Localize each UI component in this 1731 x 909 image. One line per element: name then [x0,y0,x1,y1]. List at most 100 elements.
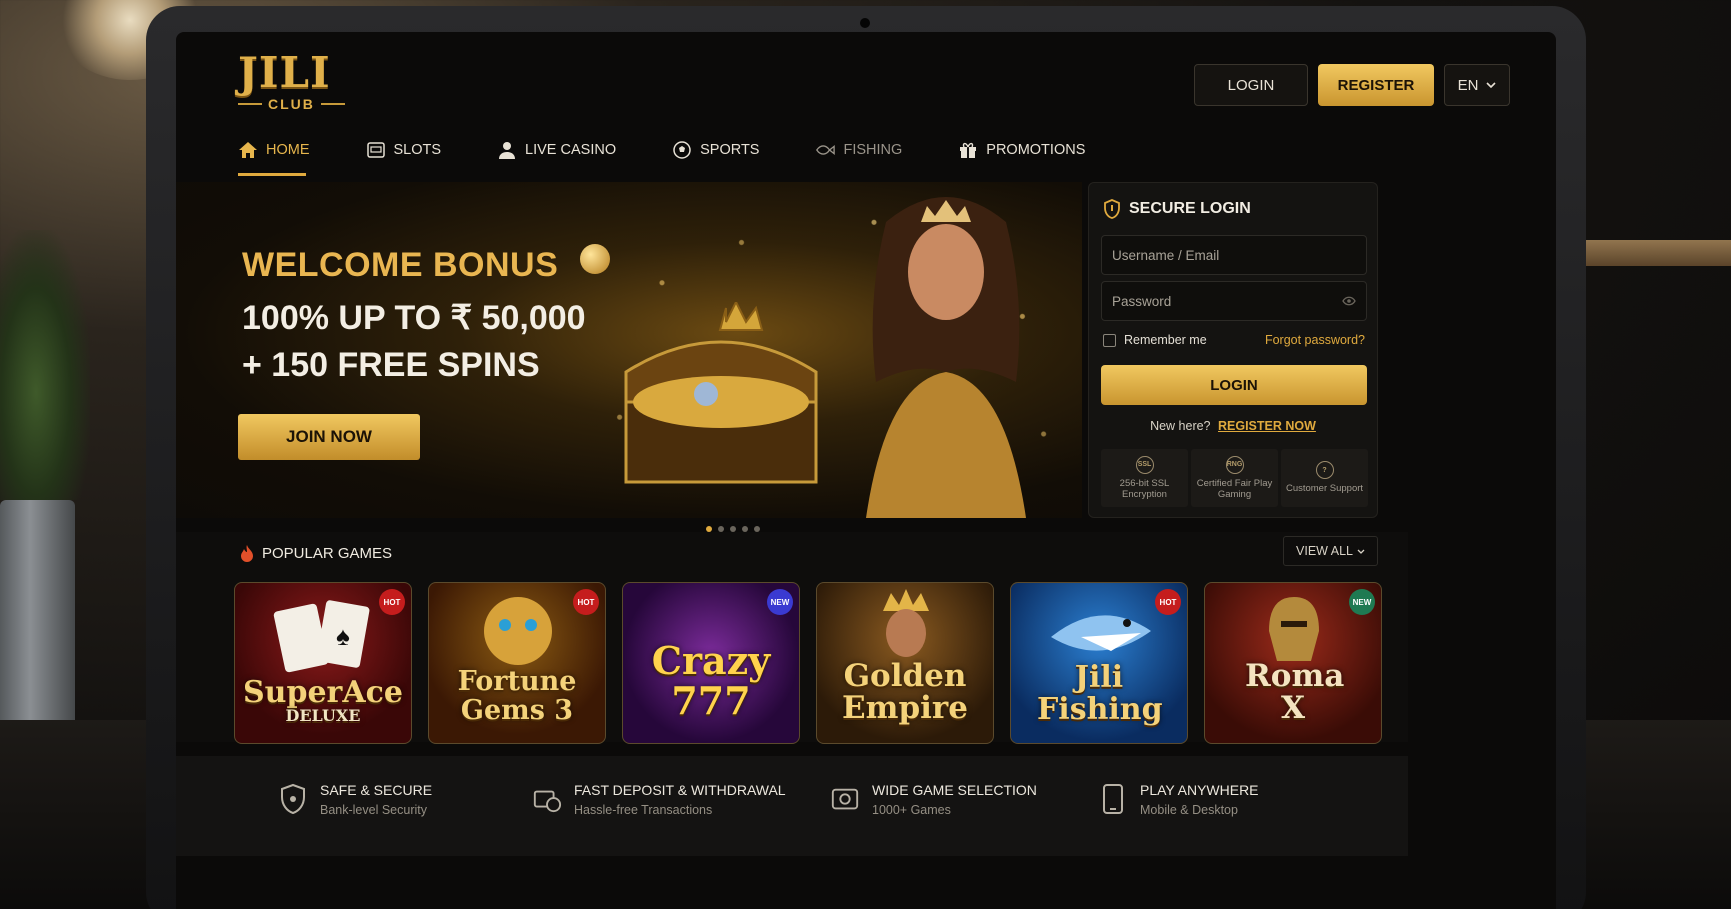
hero-free-spins: + 150 FREE SPINS [242,346,540,384]
support-icon: ? [1315,461,1334,480]
trust-badges: SSL 256-bit SSL Encryption RNG Certified… [1101,449,1368,507]
new-here-row: New here? REGISTER NOW [1089,419,1377,433]
ssl-badge: SSL 256-bit SSL Encryption [1101,449,1188,507]
nav-label: SLOTS [393,142,442,158]
username-field[interactable]: Username / Email [1101,235,1367,275]
game-card-fortune-gems-3[interactable]: HOT Fortune Gems 3 [428,582,606,744]
remember-checkbox[interactable] [1103,333,1116,347]
eye-icon[interactable] [1342,296,1356,306]
popular-games-section: POPULAR GAMES VIEW ALL ♠ HOT SuperAce DE [176,532,1408,744]
password-field[interactable]: Password [1101,281,1367,321]
feature-text: PLAY ANYWHERE Mobile & Desktop [1140,782,1259,817]
feature-subtitle: Hassle-free Transactions [574,803,713,817]
game-title: Roma X [1245,657,1345,727]
nav-item-home[interactable]: HOME [238,130,366,176]
nav-item-promotions[interactable]: PROMOTIONS [958,130,1141,170]
badge-text: 256-bit SSL Encryption [1119,477,1170,500]
panel-login-button[interactable]: LOGIN [1101,365,1367,405]
playing-cards-image: ♠ [273,600,370,673]
language-select[interactable]: EN [1444,64,1510,106]
home-icon [238,140,258,160]
feature-text: SAFE & SECURE Bank-level Security [320,782,432,817]
fish-icon [815,140,836,160]
username-placeholder: Username / Email [1112,247,1220,263]
game-card-superace[interactable]: ♠ HOT SuperAce DELUXE [234,582,412,744]
site-logo[interactable]: JILI CLUB [238,52,368,112]
feature-subtitle: 1000+ Games [872,803,951,817]
hero-banner[interactable]: WELCOME BONUS 100% UP TO ₹ 50,000 + 150 … [176,182,1082,518]
feature-subtitle: Mobile & Desktop [1140,803,1238,817]
badge-text: Customer Support [1285,483,1364,495]
nav-item-live-casino[interactable]: LIVE CASINO [497,130,672,170]
nav-label: PROMOTIONS [986,142,1086,158]
ssl-icon: SSL [1135,455,1154,474]
new-here-text: New here? [1150,419,1211,433]
view-all-button[interactable]: VIEW ALL [1283,536,1378,566]
nav-label: LIVE CASINO [525,142,617,158]
nav-item-slots[interactable]: SLOTS [366,130,498,170]
language-value: EN [1457,76,1479,94]
feature-wide-selection: WIDE GAME SELECTION 1000+ Games [830,782,1037,817]
main-nav: HOME SLOTS LIVE CASINO SPORTS FISHING PR… [238,130,1141,176]
logo-line-left [238,103,262,105]
support-badge: ? Customer Support [1281,449,1368,507]
feature-title: SAFE & SECURE [320,782,433,798]
nav-item-sports[interactable]: SPORTS [672,130,815,170]
game-card-jili-fishing[interactable]: HOT Jili Fishing [1010,582,1188,744]
hot-badge: HOT [573,589,599,615]
game-card-crazy-777[interactable]: NEW Crazy 777 [622,582,800,744]
join-now-button[interactable]: JOIN NOW [238,414,420,460]
remember-label: Remember me [1124,333,1207,347]
dealer-icon [497,140,517,160]
feature-subtitle: Bank-level Security [320,803,427,817]
login-title-text: SECURE LOGIN [1129,200,1251,217]
webcam [860,18,870,28]
new-badge: NEW [767,589,793,615]
popular-games-header: POPULAR GAMES [240,544,392,562]
game-card-golden-empire[interactable]: Golden Empire [816,582,994,744]
logo-wordmark: JILI [238,48,331,97]
nav-label: SPORTS [700,142,760,158]
game-title: SuperAce DELUXE [235,677,411,725]
features-bar: SAFE & SECURE Bank-level Security FAST D… [176,756,1408,856]
badge-text: Certified Fair Play Gaming [1196,477,1273,500]
feature-title: FAST DEPOSIT & WITHDRAWAL [574,782,786,798]
golden-lion-image [484,597,552,665]
secure-login-panel: SECURE LOGIN Username / Email Password R… [1088,182,1378,518]
background-plant [0,230,90,500]
browser-screen: JILI CLUB LOGIN REGISTER EN HOME SLOTS L… [176,32,1556,909]
logo-line-right [320,103,345,105]
games-icon [830,782,860,816]
feature-text: FAST DEPOSIT & WITHDRAWAL Hassle-free Tr… [574,782,786,817]
new-badge: NEW [1349,589,1375,615]
logo-subline: CLUB [238,96,368,112]
popular-games-title: POPULAR GAMES [262,544,393,562]
remember-me[interactable]: Remember me [1103,333,1207,347]
game-grid: ♠ HOT SuperAce DELUXE HOT Fortune Gems 3… [234,582,1382,744]
chevron-down-icon [1357,549,1365,554]
game-title: Fortune Gems 3 [457,666,577,726]
header-actions: LOGIN REGISTER EN [1194,64,1510,106]
forgot-password-link[interactable]: Forgot password? [1265,333,1365,347]
hot-badge: HOT [379,589,405,615]
chevron-down-icon [1486,82,1496,88]
shark-image [1051,615,1151,651]
feature-title: PLAY ANYWHERE [1140,782,1259,798]
gold-coin-image [580,244,610,274]
hot-badge: HOT [1155,589,1181,615]
header-login-button[interactable]: LOGIN [1194,64,1308,106]
shield-icon [1104,199,1120,219]
transfer-icon [532,782,562,816]
hero-title: WELCOME BONUS [242,246,559,284]
game-card-roma-x[interactable]: NEW Roma X [1204,582,1382,744]
background-pot [0,500,75,740]
treasure-chest-image [624,302,818,484]
register-now-link[interactable]: REGISTER NOW [1218,419,1316,433]
feature-safe-secure: SAFE & SECURE Bank-level Security [278,782,432,817]
header-register-button[interactable]: REGISTER [1318,64,1434,106]
game-title-sub: DELUXE [285,706,361,726]
nav-item-fishing[interactable]: FISHING [815,130,958,170]
view-all-label: VIEW ALL [1296,544,1353,558]
site-header: JILI CLUB LOGIN REGISTER EN HOME SLOTS L… [176,32,1556,176]
nav-label: FISHING [843,142,903,158]
